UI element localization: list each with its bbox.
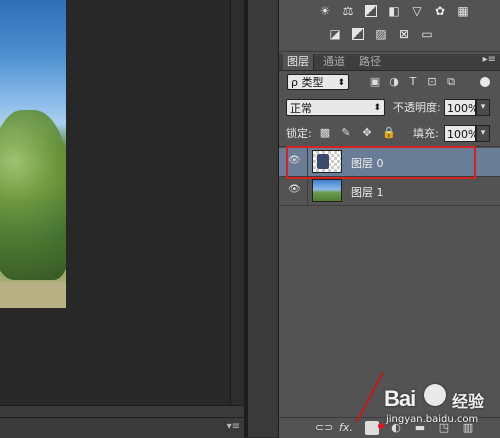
document-canvas[interactable]	[0, 0, 244, 405]
panel-menu-icon[interactable]: ▸≡	[483, 54, 496, 65]
fill-label: 填充:	[413, 127, 439, 140]
lock-all-icon[interactable]: 🔒	[382, 127, 396, 139]
fill-input[interactable]: 100%	[444, 125, 478, 142]
watermark-url: jingyan.baidu.com	[386, 414, 479, 425]
lock-pixels-icon[interactable]: ✎	[340, 127, 352, 139]
tab-paths[interactable]: 路径	[355, 54, 385, 70]
opacity-input[interactable]: 100%	[444, 99, 478, 116]
blend-mode-select[interactable]: 正常 ⬍	[286, 99, 385, 116]
fill-dropdown-icon[interactable]: ▾	[476, 125, 490, 142]
smart-object-filter-icon[interactable]: ⧉	[445, 75, 457, 89]
exposure-icon[interactable]: ◧	[386, 3, 402, 19]
vibrance-icon[interactable]: ▽	[409, 3, 425, 19]
selective-color-icon[interactable]: ⊠	[396, 26, 412, 42]
adjustment-filter-icon[interactable]: ◑	[388, 75, 400, 89]
filter-toggle-icon[interactable]	[480, 77, 490, 87]
shape-filter-icon[interactable]: ⊡	[426, 75, 438, 89]
lock-transparency-icon[interactable]: ▩	[319, 127, 331, 139]
lock-label: 锁定:	[286, 127, 312, 140]
adjustments-row-2: ◪ ▨ ⊠ ▭	[327, 26, 500, 48]
watermark-brand-2: 经验	[452, 392, 485, 411]
gradient-map-icon[interactable]: ▨	[373, 26, 389, 42]
photo-filter-icon[interactable]: ◪	[327, 26, 343, 42]
layers-panel: ☀ ⚖ ◧ ▽ ✿ ▦ ◪ ▨ ⊠ ▭ 图层 通道 路径 ▸≡ ρ 类型 ⬍ ▣…	[279, 0, 500, 438]
canvas-image	[0, 0, 66, 308]
curves-icon[interactable]	[363, 3, 379, 19]
lock-row: 锁定: ▩ ✎ ✥ 🔒 填充: 100% ▾	[279, 122, 500, 146]
lock-position-icon[interactable]: ✥	[361, 127, 373, 139]
blend-row: 正常 ⬍ 不透明度: 100% ▾	[279, 97, 500, 119]
opacity-dropdown-icon[interactable]: ▾	[476, 99, 490, 116]
status-bar: ▾≡	[0, 417, 244, 438]
selected-layer-highlight	[286, 146, 476, 179]
layer-thumbnail	[312, 179, 342, 202]
type-filter-icon[interactable]: T	[407, 75, 419, 89]
layer-name[interactable]: 图层 1	[351, 184, 384, 200]
invert-icon[interactable]: ▭	[419, 26, 435, 42]
filter-type-label: ρ 类型	[291, 76, 324, 89]
channel-mixer-icon[interactable]	[350, 26, 366, 42]
canvas-vertical-scrollbar[interactable]	[230, 0, 245, 405]
panel-tabs: 图层 通道 路径 ▸≡	[279, 54, 500, 71]
fx-icon[interactable]: fx.	[339, 421, 353, 435]
image-filter-icon[interactable]: ▣	[369, 75, 381, 89]
status-menu-icon[interactable]: ▾≡	[227, 421, 240, 432]
brightness-icon[interactable]: ☀	[317, 3, 333, 19]
tab-layers[interactable]: 图层	[283, 54, 314, 70]
baidu-watermark: Bai 经验 jingyan.baidu.com	[384, 378, 500, 437]
visibility-eye-icon[interactable]: 👁	[288, 185, 302, 195]
color-balance-icon[interactable]: ▦	[455, 3, 471, 19]
add-mask-icon[interactable]	[365, 421, 379, 435]
collapsed-panel-dock	[248, 0, 279, 437]
filter-type-select[interactable]: ρ 类型 ⬍	[287, 74, 349, 90]
layer-filter-row: ρ 类型 ⬍ ▣ ◑ T ⊡ ⧉	[279, 72, 500, 94]
opacity-label: 不透明度:	[393, 101, 441, 114]
blend-mode-value: 正常	[290, 102, 312, 115]
layer-row-1[interactable]: 👁 图层 1	[279, 177, 500, 206]
adjustments-row-1: ☀ ⚖ ◧ ▽ ✿ ▦	[317, 3, 500, 25]
levels-icon[interactable]: ⚖	[340, 3, 356, 19]
tab-channels[interactable]: 通道	[319, 54, 349, 70]
watermark-brand: Bai	[384, 386, 416, 411]
baidu-paw-icon	[424, 384, 446, 406]
hsl-icon[interactable]: ✿	[432, 3, 448, 19]
link-icon[interactable]: ⊂⊃	[315, 421, 333, 435]
